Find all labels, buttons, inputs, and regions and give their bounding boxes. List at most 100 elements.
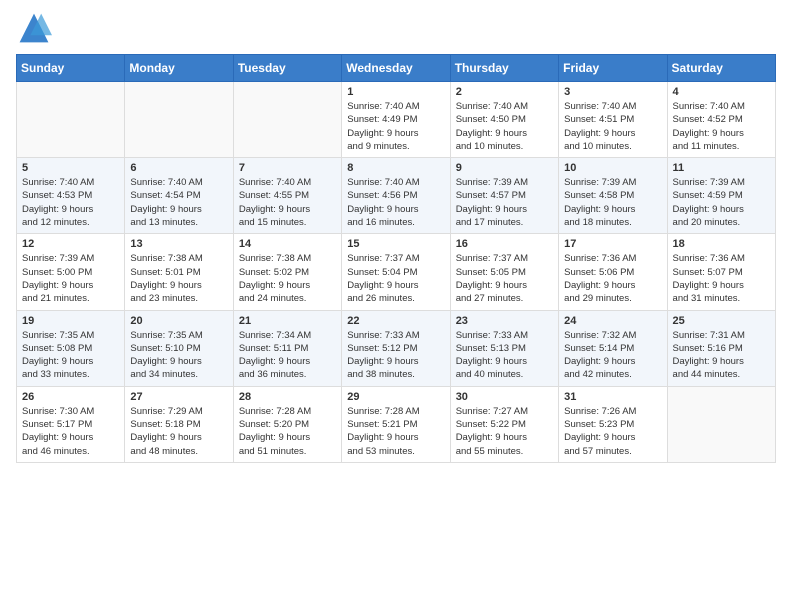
calendar-cell: 19 Sunrise: 7:35 AMSunset: 5:08 PMDayligh… (17, 310, 125, 386)
day-number: 2 (456, 86, 553, 98)
day-detail: Sunrise: 7:40 AMSunset: 4:56 PMDaylight:… (347, 176, 444, 229)
calendar-cell: 4Sunrise: 7:40 AMSunset: 4:52 PMDaylight… (667, 82, 775, 158)
calendar-week-row: 12 Sunrise: 7:39 AMSunset: 5:00 PMDayligh… (17, 234, 776, 310)
day-number: 29 (347, 391, 444, 403)
day-number: 13 (130, 238, 227, 250)
calendar-cell: 26Sunrise: 7:30 AMSunset: 5:17 PMDayligh… (17, 386, 125, 462)
calendar-cell: 29 Sunrise: 7:28 AMSunset: 5:21 PMDayligh… (342, 386, 450, 462)
calendar-cell: 10Sunrise: 7:39 AMSunset: 4:58 PMDayligh… (559, 158, 667, 234)
calendar-cell: 13 Sunrise: 7:38 AMSunset: 5:01 PMDayligh… (125, 234, 233, 310)
calendar-cell: 24 Sunrise: 7:32 AMSunset: 5:14 PMDayligh… (559, 310, 667, 386)
day-number: 20 (130, 315, 227, 327)
calendar-cell: 31Sunrise: 7:26 AMSunset: 5:23 PMDayligh… (559, 386, 667, 462)
day-number: 24 (564, 315, 661, 327)
calendar-cell: 6Sunrise: 7:40 AMSunset: 4:54 PMDaylight… (125, 158, 233, 234)
day-detail: Sunrise: 7:39 AMSunset: 5:00 PMDaylight:… (22, 252, 119, 305)
day-detail: Sunrise: 7:28 AMSunset: 5:20 PMDaylight:… (239, 405, 336, 458)
calendar-cell: 8 Sunrise: 7:40 AMSunset: 4:56 PMDaylight… (342, 158, 450, 234)
calendar-cell: 18 Sunrise: 7:36 AMSunset: 5:07 PMDayligh… (667, 234, 775, 310)
calendar-week-row: 1 Sunrise: 7:40 AMSunset: 4:49 PMDaylight… (17, 82, 776, 158)
day-number: 5 (22, 162, 119, 174)
day-number: 27 (130, 391, 227, 403)
calendar-cell: 11Sunrise: 7:39 AMSunset: 4:59 PMDayligh… (667, 158, 775, 234)
day-detail: Sunrise: 7:32 AMSunset: 5:14 PMDaylight:… (564, 329, 661, 382)
day-number: 7 (239, 162, 336, 174)
weekday-header: Tuesday (233, 55, 341, 82)
day-detail: Sunrise: 7:40 AMSunset: 4:53 PMDaylight:… (22, 176, 119, 229)
day-detail: Sunrise: 7:31 AMSunset: 5:16 PMDaylight:… (673, 329, 770, 382)
day-detail: Sunrise: 7:33 AMSunset: 5:12 PMDaylight:… (347, 329, 444, 382)
calendar-cell: 23 Sunrise: 7:33 AMSunset: 5:13 PMDayligh… (450, 310, 558, 386)
day-number: 18 (673, 238, 770, 250)
day-number: 25 (673, 315, 770, 327)
day-number: 1 (347, 86, 444, 98)
day-detail: Sunrise: 7:40 AMSunset: 4:50 PMDaylight:… (456, 100, 553, 153)
calendar-cell: 14Sunrise: 7:38 AMSunset: 5:02 PMDayligh… (233, 234, 341, 310)
day-detail: Sunrise: 7:33 AMSunset: 5:13 PMDaylight:… (456, 329, 553, 382)
day-detail: Sunrise: 7:40 AMSunset: 4:54 PMDaylight:… (130, 176, 227, 229)
weekday-header: Thursday (450, 55, 558, 82)
day-number: 9 (456, 162, 553, 174)
weekday-header: Sunday (17, 55, 125, 82)
day-number: 12 (22, 238, 119, 250)
day-detail: Sunrise: 7:40 AMSunset: 4:52 PMDaylight:… (673, 100, 770, 153)
header (16, 10, 776, 46)
day-number: 26 (22, 391, 119, 403)
calendar-cell: 9 Sunrise: 7:39 AMSunset: 4:57 PMDaylight… (450, 158, 558, 234)
day-detail: Sunrise: 7:38 AMSunset: 5:01 PMDaylight:… (130, 252, 227, 305)
calendar-cell: 28 Sunrise: 7:28 AMSunset: 5:20 PMDayligh… (233, 386, 341, 462)
day-detail: Sunrise: 7:34 AMSunset: 5:11 PMDaylight:… (239, 329, 336, 382)
day-detail: Sunrise: 7:27 AMSunset: 5:22 PMDaylight:… (456, 405, 553, 458)
day-number: 10 (564, 162, 661, 174)
calendar-body: 1 Sunrise: 7:40 AMSunset: 4:49 PMDaylight… (17, 82, 776, 463)
weekday-header: Wednesday (342, 55, 450, 82)
weekday-header: Saturday (667, 55, 775, 82)
calendar-page: SundayMondayTuesdayWednesdayThursdayFrid… (0, 0, 792, 612)
calendar-week-row: 26Sunrise: 7:30 AMSunset: 5:17 PMDayligh… (17, 386, 776, 462)
day-detail: Sunrise: 7:40 AMSunset: 4:55 PMDaylight:… (239, 176, 336, 229)
calendar-cell: 20 Sunrise: 7:35 AMSunset: 5:10 PMDayligh… (125, 310, 233, 386)
day-number: 23 (456, 315, 553, 327)
day-detail: Sunrise: 7:36 AMSunset: 5:07 PMDaylight:… (673, 252, 770, 305)
calendar-cell: 15Sunrise: 7:37 AMSunset: 5:04 PMDayligh… (342, 234, 450, 310)
day-detail: Sunrise: 7:35 AMSunset: 5:08 PMDaylight:… (22, 329, 119, 382)
weekday-header: Monday (125, 55, 233, 82)
calendar-cell: 2 Sunrise: 7:40 AMSunset: 4:50 PMDaylight… (450, 82, 558, 158)
day-detail: Sunrise: 7:37 AMSunset: 5:05 PMDaylight:… (456, 252, 553, 305)
day-detail: Sunrise: 7:29 AMSunset: 5:18 PMDaylight:… (130, 405, 227, 458)
calendar-cell: 21 Sunrise: 7:34 AMSunset: 5:11 PMDayligh… (233, 310, 341, 386)
day-number: 17 (564, 238, 661, 250)
day-number: 16 (456, 238, 553, 250)
calendar-cell: 1 Sunrise: 7:40 AMSunset: 4:49 PMDaylight… (342, 82, 450, 158)
day-number: 30 (456, 391, 553, 403)
calendar-cell: 27 Sunrise: 7:29 AMSunset: 5:18 PMDayligh… (125, 386, 233, 462)
day-number: 8 (347, 162, 444, 174)
calendar-table: SundayMondayTuesdayWednesdayThursdayFrid… (16, 54, 776, 463)
day-number: 22 (347, 315, 444, 327)
day-number: 28 (239, 391, 336, 403)
calendar-header: SundayMondayTuesdayWednesdayThursdayFrid… (17, 55, 776, 82)
day-number: 21 (239, 315, 336, 327)
calendar-cell: 16 Sunrise: 7:37 AMSunset: 5:05 PMDayligh… (450, 234, 558, 310)
calendar-cell (17, 82, 125, 158)
day-detail: Sunrise: 7:26 AMSunset: 5:23 PMDaylight:… (564, 405, 661, 458)
day-number: 11 (673, 162, 770, 174)
day-detail: Sunrise: 7:39 AMSunset: 4:57 PMDaylight:… (456, 176, 553, 229)
day-detail: Sunrise: 7:35 AMSunset: 5:10 PMDaylight:… (130, 329, 227, 382)
day-detail: Sunrise: 7:38 AMSunset: 5:02 PMDaylight:… (239, 252, 336, 305)
calendar-week-row: 19 Sunrise: 7:35 AMSunset: 5:08 PMDayligh… (17, 310, 776, 386)
day-detail: Sunrise: 7:40 AMSunset: 4:49 PMDaylight:… (347, 100, 444, 153)
calendar-cell: 7 Sunrise: 7:40 AMSunset: 4:55 PMDaylight… (233, 158, 341, 234)
weekday-header: Friday (559, 55, 667, 82)
calendar-cell (667, 386, 775, 462)
calendar-cell: 22 Sunrise: 7:33 AMSunset: 5:12 PMDayligh… (342, 310, 450, 386)
day-number: 19 (22, 315, 119, 327)
day-number: 3 (564, 86, 661, 98)
calendar-cell: 5 Sunrise: 7:40 AMSunset: 4:53 PMDaylight… (17, 158, 125, 234)
day-detail: Sunrise: 7:28 AMSunset: 5:21 PMDaylight:… (347, 405, 444, 458)
day-detail: Sunrise: 7:37 AMSunset: 5:04 PMDaylight:… (347, 252, 444, 305)
calendar-cell: 12 Sunrise: 7:39 AMSunset: 5:00 PMDayligh… (17, 234, 125, 310)
calendar-cell: 17 Sunrise: 7:36 AMSunset: 5:06 PMDayligh… (559, 234, 667, 310)
logo-icon (16, 10, 52, 46)
day-detail: Sunrise: 7:36 AMSunset: 5:06 PMDaylight:… (564, 252, 661, 305)
